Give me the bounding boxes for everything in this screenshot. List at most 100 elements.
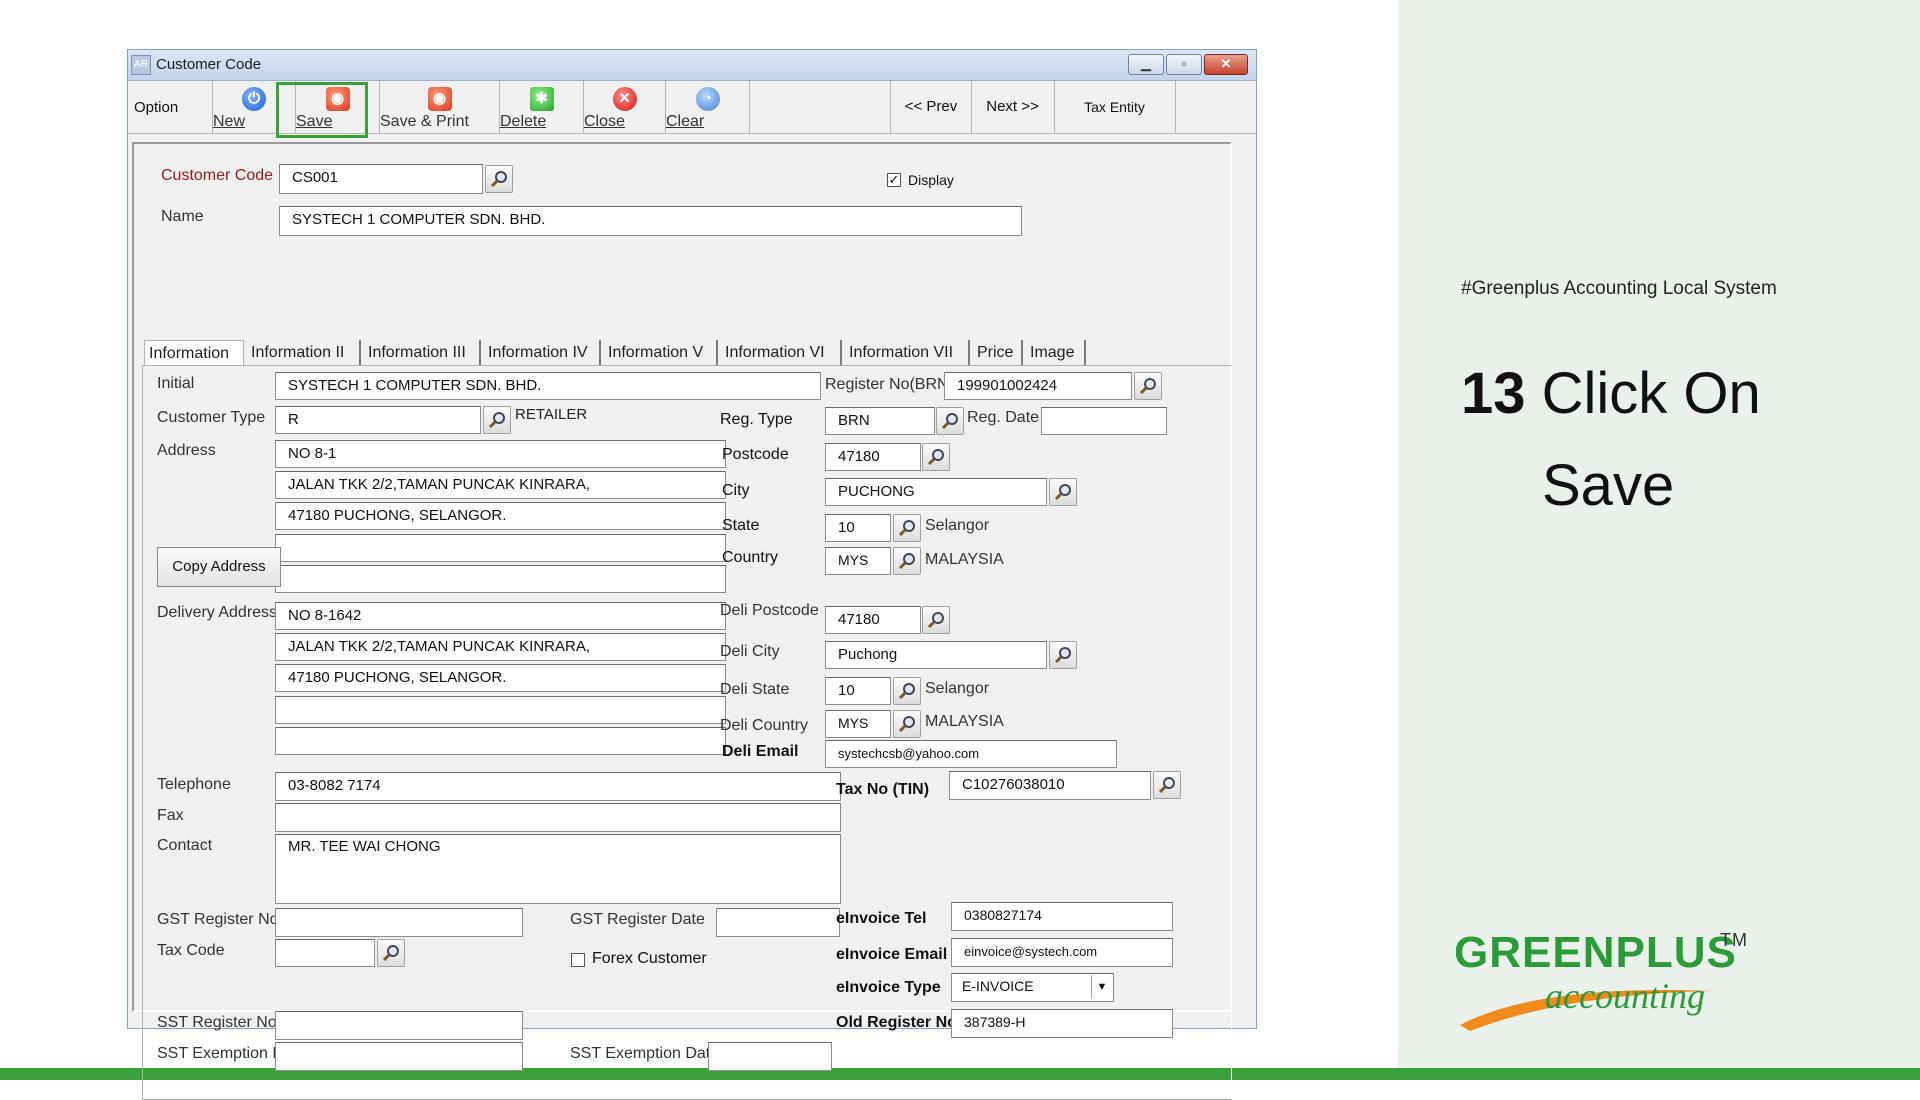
einvoice-type-select[interactable]: E-INVOICE ▼ bbox=[951, 973, 1114, 1002]
display-checkbox[interactable]: ✓ bbox=[887, 173, 901, 187]
reg-type-input[interactable]: BRN bbox=[825, 407, 935, 435]
close-window-button[interactable]: ✕ bbox=[1204, 54, 1248, 75]
city-input[interactable]: PUCHONG bbox=[825, 478, 1047, 506]
magnifier-icon bbox=[1139, 378, 1156, 395]
sst-register-no-input[interactable] bbox=[275, 1011, 523, 1040]
address-line-2[interactable]: JALAN TKK 2/2,TAMAN PUNCAK KINRARA, bbox=[275, 471, 726, 499]
delivery-line-2[interactable]: JALAN TKK 2/2,TAMAN PUNCAK KINRARA, bbox=[275, 633, 726, 661]
minimize-button[interactable]: ▁ bbox=[1128, 54, 1164, 75]
copy-address-button[interactable]: Copy Address bbox=[157, 547, 281, 587]
magnifier-icon bbox=[927, 449, 944, 466]
app-icon: AR bbox=[131, 55, 151, 75]
option-label[interactable]: Option bbox=[134, 99, 178, 116]
customer-type-input[interactable]: R bbox=[275, 406, 481, 434]
deli-country-input[interactable]: MYS bbox=[825, 710, 891, 738]
country-input[interactable]: MYS bbox=[825, 547, 891, 575]
form-area: Customer Code CS001 ✓ Display Name SYSTE… bbox=[132, 142, 1232, 1100]
state-input[interactable]: 10 bbox=[825, 514, 891, 542]
customer-code-input[interactable]: CS001 bbox=[279, 164, 483, 194]
country-lookup-button[interactable] bbox=[893, 547, 921, 575]
tab-information-vii[interactable]: Information VII bbox=[845, 340, 970, 366]
next-button[interactable]: Next >> bbox=[971, 81, 1055, 133]
restore-button[interactable]: ▫ bbox=[1166, 54, 1202, 75]
information-tab-panel: Initial SYSTECH 1 COMPUTER SDN. BHD. Reg… bbox=[142, 365, 1232, 1100]
city-label: City bbox=[722, 482, 750, 499]
delivery-line-4[interactable] bbox=[275, 696, 726, 724]
address-line-3[interactable]: 47180 PUCHONG, SELANGOR. bbox=[275, 502, 726, 530]
save-highlight-box bbox=[276, 82, 368, 138]
old-register-no-input[interactable]: 387389-H bbox=[951, 1009, 1173, 1038]
einvoice-email-input[interactable]: einvoice@systech.com bbox=[951, 938, 1173, 967]
clear-button-label: Clear bbox=[666, 113, 705, 130]
tab-information-ii[interactable]: Information II bbox=[247, 340, 361, 366]
tab-information-v[interactable]: Information V bbox=[604, 340, 718, 366]
tab-information-iv[interactable]: Information IV bbox=[484, 340, 601, 366]
address-line-4[interactable] bbox=[275, 534, 726, 562]
customer-code-lookup-button[interactable] bbox=[485, 165, 513, 193]
deli-state-name: Selangor bbox=[925, 680, 990, 697]
deli-city-input[interactable]: Puchong bbox=[825, 641, 1047, 669]
tax-code-lookup-button[interactable] bbox=[377, 939, 405, 967]
save-print-button-label: Save & Print bbox=[380, 113, 469, 130]
deli-city-lookup-button[interactable] bbox=[1049, 641, 1077, 669]
name-input[interactable]: SYSTECH 1 COMPUTER SDN. BHD. bbox=[279, 206, 1022, 236]
tab-price[interactable]: Price bbox=[973, 340, 1023, 366]
initial-input[interactable]: SYSTECH 1 COMPUTER SDN. BHD. bbox=[275, 372, 821, 400]
address-label: Address bbox=[157, 442, 216, 459]
reg-date-input[interactable] bbox=[1041, 407, 1167, 435]
step-text-line-1: Click On bbox=[1541, 361, 1761, 426]
tax-no-lookup-button[interactable] bbox=[1153, 771, 1181, 799]
telephone-input[interactable]: 03-8082 7174 bbox=[275, 772, 841, 801]
fax-input[interactable] bbox=[275, 803, 841, 832]
clear-button[interactable]: ◔ Clear bbox=[666, 81, 750, 133]
register-no-lookup-button[interactable] bbox=[1134, 372, 1162, 400]
prev-button[interactable]: << Prev bbox=[890, 81, 972, 133]
delivery-line-5[interactable] bbox=[275, 727, 726, 755]
tab-information[interactable]: Information bbox=[144, 340, 244, 366]
forex-customer-checkbox[interactable] bbox=[571, 953, 585, 967]
save-print-button[interactable]: ◉ Save & Print bbox=[380, 81, 500, 133]
address-line-5[interactable] bbox=[275, 565, 726, 593]
delete-button[interactable]: ✱ Delete bbox=[500, 81, 584, 133]
postcode-input[interactable]: 47180 bbox=[825, 443, 921, 471]
city-lookup-button[interactable] bbox=[1049, 478, 1077, 506]
contact-input[interactable]: MR. TEE WAI CHONG bbox=[275, 834, 841, 904]
deli-postcode-input[interactable]: 47180 bbox=[825, 606, 921, 634]
sst-register-no-label: SST Register No bbox=[157, 1014, 277, 1031]
display-label: Display bbox=[908, 172, 954, 188]
delivery-line-3[interactable]: 47180 PUCHONG, SELANGOR. bbox=[275, 664, 726, 692]
customer-type-lookup-button[interactable] bbox=[483, 406, 511, 434]
tab-information-iii[interactable]: Information III bbox=[364, 340, 481, 366]
tab-image[interactable]: Image bbox=[1026, 340, 1086, 366]
deli-state-input[interactable]: 10 bbox=[825, 677, 891, 705]
reg-type-lookup-button[interactable] bbox=[936, 407, 964, 435]
address-line-1[interactable]: NO 8-1 bbox=[275, 440, 726, 468]
register-no-input[interactable]: 199901002424 bbox=[944, 372, 1132, 400]
sst-exemption-date-input[interactable] bbox=[708, 1042, 832, 1071]
einvoice-type-label: eInvoice Type bbox=[836, 979, 941, 996]
deli-email-input[interactable]: systechcsb@yahoo.com bbox=[825, 740, 1117, 768]
old-register-no-label: Old Register No bbox=[836, 1014, 957, 1031]
forex-customer-label: Forex Customer bbox=[592, 950, 707, 967]
clear-icon: ◔ bbox=[695, 87, 720, 111]
gst-register-no-input[interactable] bbox=[275, 908, 523, 937]
gst-register-date-label: GST Register Date bbox=[570, 911, 705, 928]
deli-country-lookup-button[interactable] bbox=[893, 710, 921, 738]
state-lookup-button[interactable] bbox=[893, 514, 921, 542]
tax-no-input[interactable]: C10276038010 bbox=[949, 771, 1151, 800]
brand-logo-top: GREENPLUS TM bbox=[1454, 928, 1747, 978]
tax-entity-button[interactable]: Tax Entity bbox=[1054, 81, 1176, 133]
deli-country-label: Deli Country bbox=[720, 717, 809, 734]
einvoice-tel-input[interactable]: 0380827174 bbox=[951, 902, 1173, 931]
tax-code-input[interactable] bbox=[275, 939, 375, 967]
chevron-down-icon[interactable]: ▼ bbox=[1091, 975, 1112, 999]
deli-postcode-lookup-button[interactable] bbox=[922, 606, 950, 634]
tab-information-vi[interactable]: Information VI bbox=[721, 340, 842, 366]
magnifier-icon bbox=[490, 171, 507, 188]
postcode-lookup-button[interactable] bbox=[922, 443, 950, 471]
close-button[interactable]: ✕ Close bbox=[584, 81, 666, 133]
deli-state-lookup-button[interactable] bbox=[893, 677, 921, 705]
sst-exemption-no-input[interactable] bbox=[275, 1042, 523, 1071]
gst-register-date-input[interactable] bbox=[716, 908, 840, 937]
delivery-line-1[interactable]: NO 8-1642 bbox=[275, 602, 726, 630]
